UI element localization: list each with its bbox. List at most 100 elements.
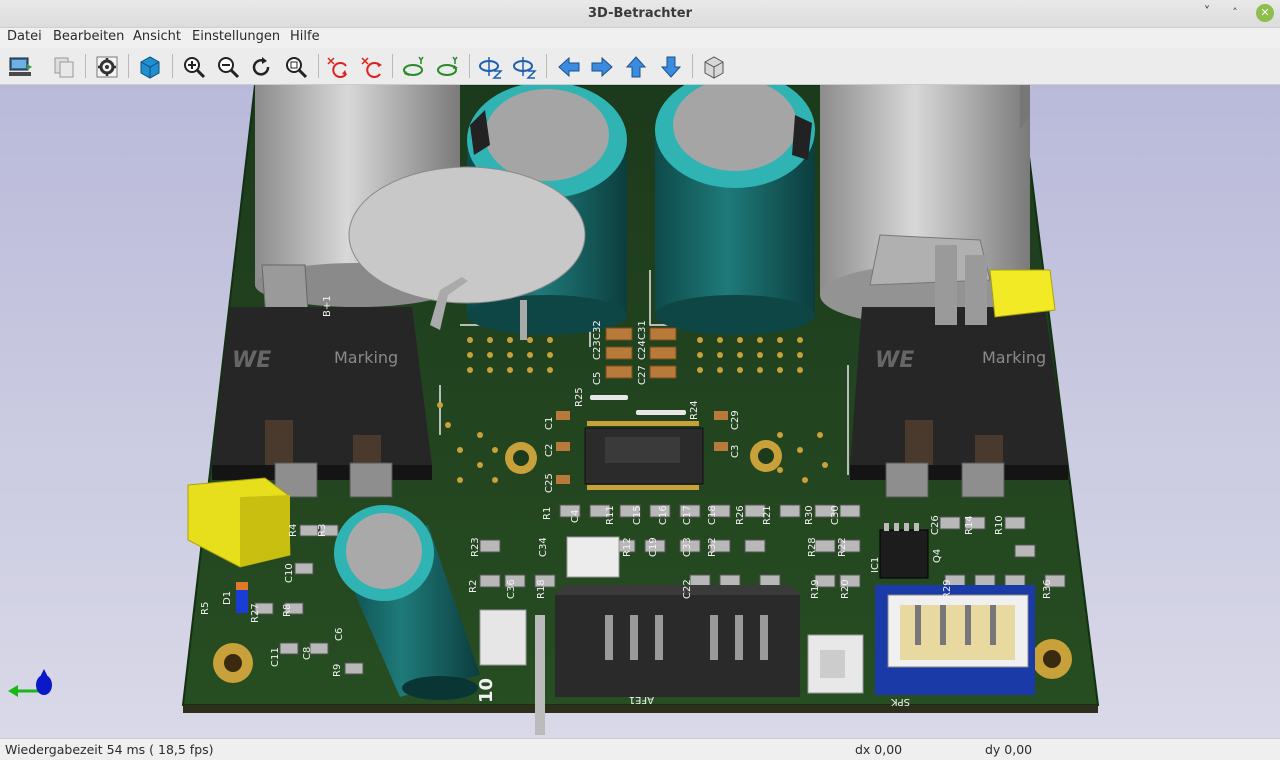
minimize-button[interactable]: ˅ — [1198, 4, 1216, 22]
silk-c22: C22 — [682, 579, 693, 599]
silk-c33: C33 — [682, 537, 693, 557]
silk-c36: C36 — [506, 579, 517, 599]
close-button[interactable]: ✕ — [1256, 4, 1274, 22]
redraw-icon — [252, 57, 270, 76]
rotate-x-ccw-button[interactable] — [358, 53, 386, 81]
rotate-y-cw-button[interactable] — [400, 53, 428, 81]
move-down-button[interactable] — [657, 53, 685, 81]
inductor-left: WE Marking — [212, 307, 432, 498]
silk-c6: C6 — [334, 628, 345, 641]
silk-r24: R24 — [689, 400, 700, 420]
reload-board-icon — [9, 57, 32, 76]
menu-hilfe[interactable]: Hilfe — [290, 29, 320, 44]
silk-q4: Q4 — [932, 549, 943, 563]
silk-c27: C27 — [637, 365, 648, 385]
white-part — [566, 536, 620, 578]
svg-text:WE: WE — [232, 348, 271, 373]
silk-r30: R30 — [804, 505, 815, 525]
rotate-z-ccw-button[interactable] — [511, 53, 539, 81]
inductor-right: WE Marking — [850, 307, 1068, 498]
3d-viewport[interactable]: WE Marking WE Marking B+1 C5 C23 C32 C27… — [0, 85, 1280, 738]
mounting-hole — [213, 643, 253, 683]
rotate-x-ccw-icon — [361, 57, 382, 78]
rotate-x-cw-icon — [327, 57, 347, 78]
silk-c10: C10 — [284, 563, 295, 583]
maximize-button[interactable]: ˄ — [1226, 4, 1244, 22]
ortho-view-icon — [704, 56, 724, 79]
yellow-terminal-right — [989, 269, 1056, 318]
toolbar-separator — [392, 54, 393, 78]
zoom-out-button[interactable] — [214, 53, 242, 81]
ortho-view-button[interactable] — [700, 53, 728, 81]
silk-r2: R2 — [468, 580, 479, 593]
silk-r5: R5 — [200, 602, 211, 615]
silk-c2: C2 — [544, 444, 555, 457]
dx-readout: dx 0,00 — [855, 742, 903, 757]
silk-r9: R9 — [332, 664, 343, 677]
pcb-board-edge — [183, 705, 1098, 713]
move-right-button[interactable] — [588, 53, 616, 81]
zoom-in-button[interactable] — [180, 53, 208, 81]
window-title: 3D-Betrachter — [588, 6, 692, 21]
rotate-z-cw-icon — [479, 57, 503, 79]
silk-r11: R11 — [605, 505, 616, 525]
spk-connector — [875, 585, 1035, 695]
silk-c34: C34 — [538, 537, 549, 557]
move-up-icon — [625, 56, 647, 78]
silk-spk: SPK — [891, 696, 910, 707]
move-up-button[interactable] — [622, 53, 650, 81]
toolbar-separator — [318, 54, 319, 78]
electrolytic-cap-back-right — [655, 85, 815, 335]
rotate-y-ccw-button[interactable] — [434, 53, 462, 81]
white-part — [479, 609, 527, 666]
rotate-y-ccw-icon — [437, 56, 458, 76]
silk-r3: R3 — [317, 524, 328, 537]
silk-c26: C26 — [930, 515, 941, 535]
move-left-button[interactable] — [555, 53, 583, 81]
silk-r29: R29 — [942, 579, 953, 599]
copy-image-button[interactable] — [50, 53, 78, 81]
silk-c23: C23 — [592, 340, 603, 360]
silk-afe1: AFE1 — [629, 694, 654, 705]
rotate-z-cw-button[interactable] — [477, 53, 505, 81]
toolbar-separator — [128, 54, 129, 78]
settings-button[interactable] — [93, 53, 121, 81]
redraw-button[interactable] — [247, 53, 275, 81]
copy-image-icon — [54, 57, 74, 78]
silk-r12: R12 — [622, 537, 633, 557]
menu-einstellungen[interactable]: Einstellungen — [192, 29, 280, 44]
menu-bar: Datei Bearbeiten Ansicht Einstellungen H… — [0, 28, 1280, 48]
silk-r23: R23 — [470, 537, 481, 557]
jumper-wire — [636, 410, 686, 415]
rotate-z-ccw-icon — [513, 57, 537, 79]
silk-r28: R28 — [807, 537, 818, 557]
toolbar-separator — [172, 54, 173, 78]
axis-orientation-icon — [8, 669, 52, 697]
silk-c3: C3 — [730, 445, 741, 458]
jumper-wire — [590, 395, 628, 400]
main-ic — [584, 421, 704, 490]
rotate-x-cw-button[interactable] — [324, 53, 352, 81]
menu-ansicht[interactable]: Ansicht — [133, 29, 181, 44]
silk-c32: C32 — [592, 320, 603, 340]
silk-bp1: B+1 — [322, 295, 333, 317]
silk-r36: R36 — [1042, 579, 1053, 599]
marking-label-right: Marking — [982, 348, 1046, 367]
zoom-fit-icon — [286, 57, 308, 79]
silk-c18: C18 — [707, 505, 718, 525]
silk-c11: C11 — [270, 647, 281, 667]
silk-c8: C8 — [302, 647, 313, 660]
silk-10: 10 — [476, 678, 497, 703]
silk-r25: R25 — [574, 387, 585, 407]
raytracing-button[interactable] — [136, 53, 164, 81]
menu-datei[interactable]: Datei — [7, 29, 42, 44]
svg-text:WE: WE — [875, 348, 914, 373]
raytracing-cube-icon — [140, 56, 160, 79]
silk-c4: C4 — [570, 510, 581, 523]
menu-bearbeiten[interactable]: Bearbeiten — [53, 29, 124, 44]
silk-r20: R20 — [840, 579, 851, 599]
zoom-fit-button[interactable] — [282, 53, 310, 81]
reload-board-button[interactable] — [6, 53, 34, 81]
toolbar-separator — [85, 54, 86, 78]
silk-r10: R10 — [994, 515, 1005, 535]
